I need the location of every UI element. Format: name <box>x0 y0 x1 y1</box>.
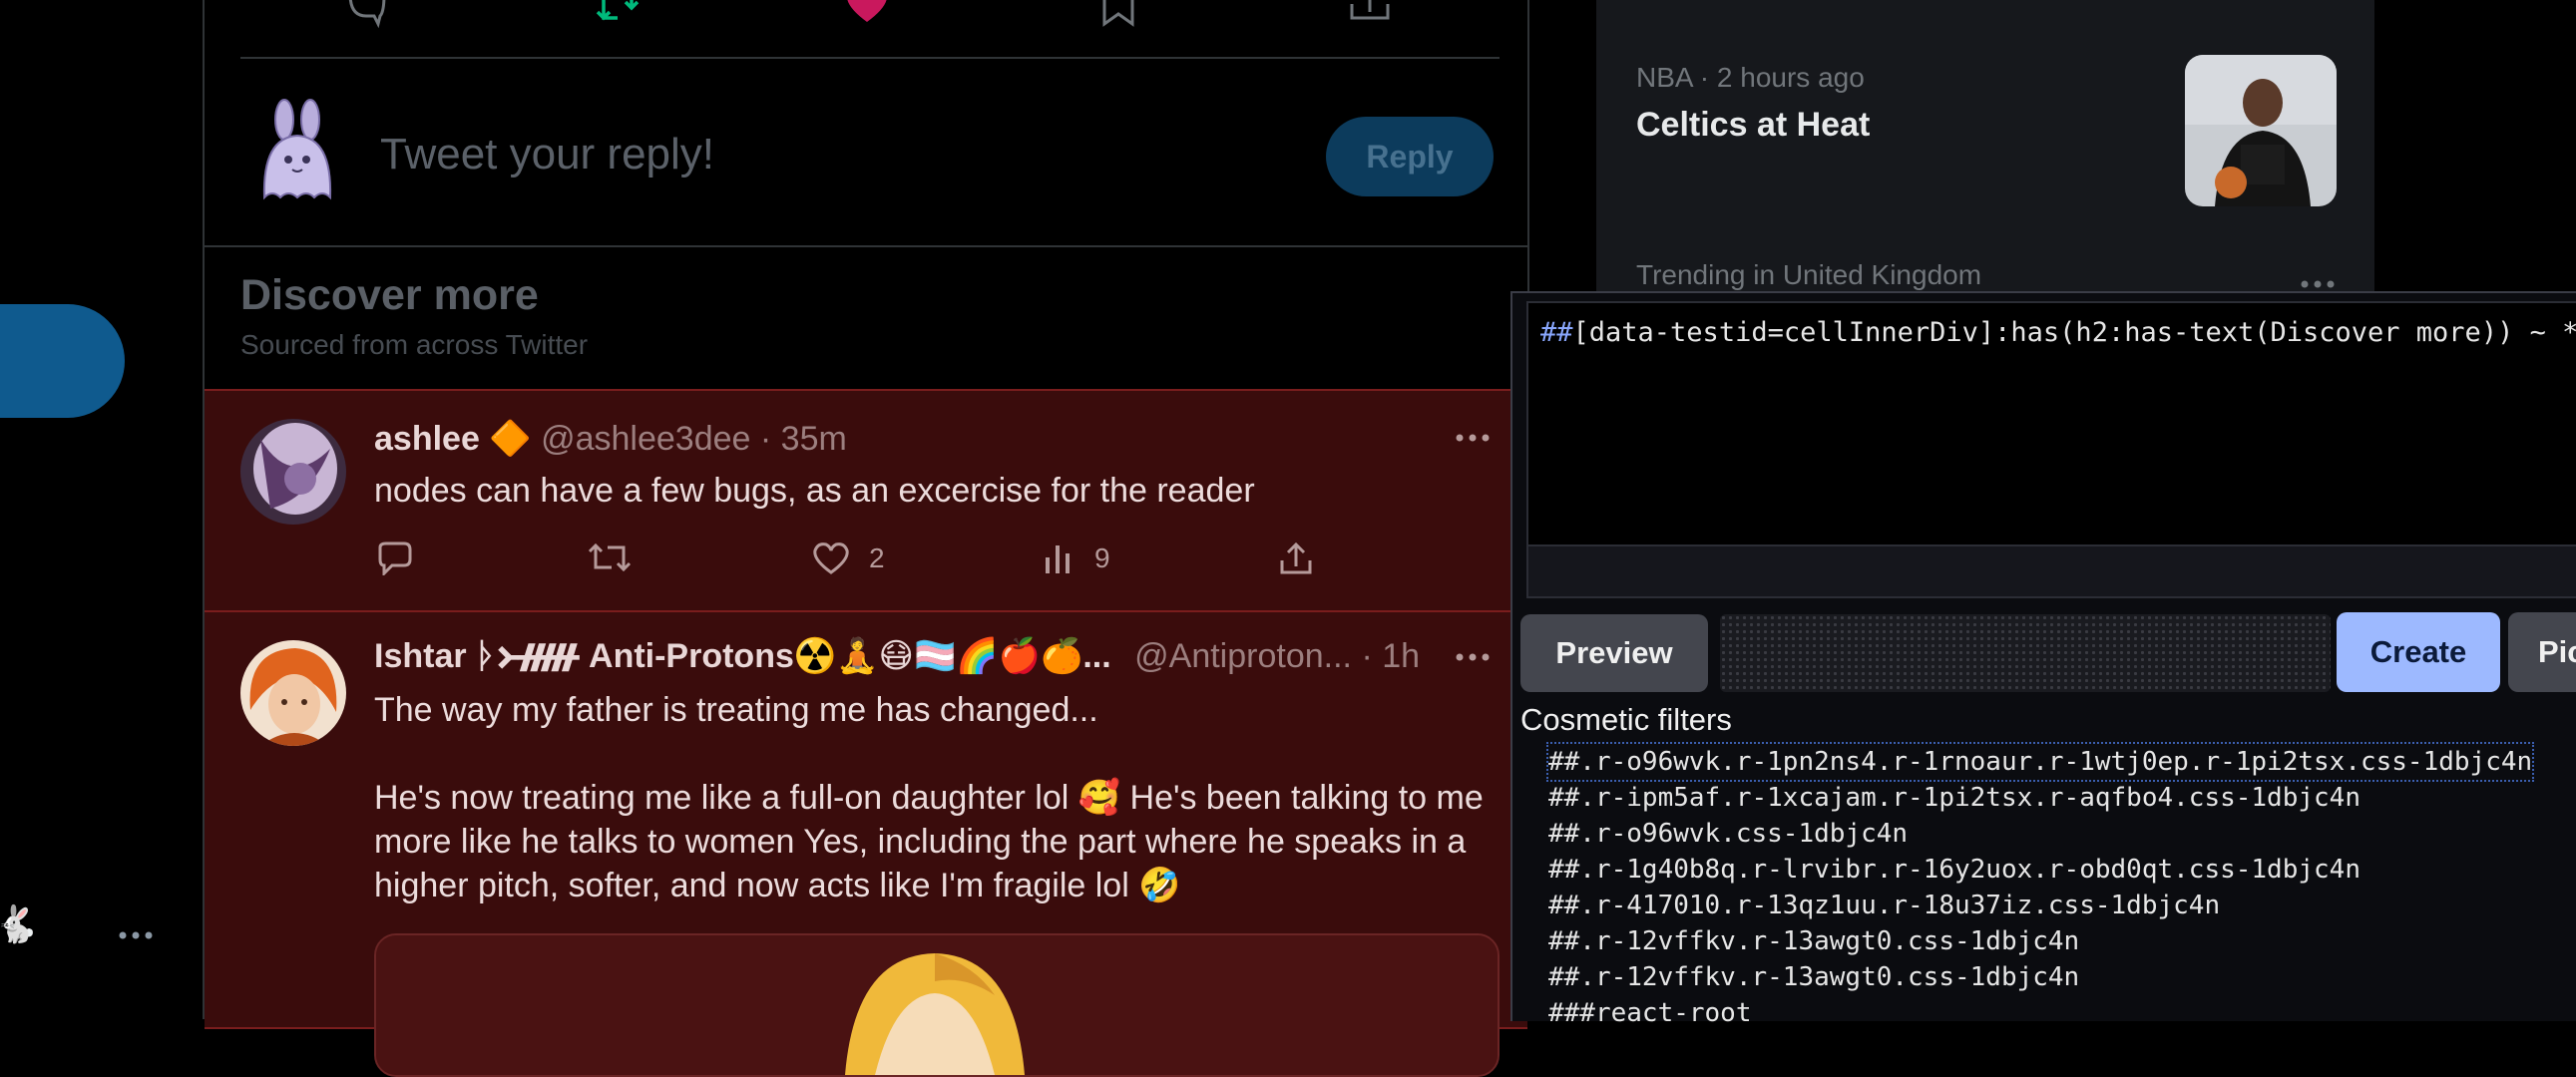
reply-button[interactable]: Reply <box>1326 117 1494 196</box>
reply-icon <box>378 541 412 575</box>
trend-meta: Trending in United Kingdom <box>1636 259 1982 290</box>
retweet-metric[interactable] <box>588 538 632 578</box>
timestamp[interactable]: · 1h <box>1361 637 1420 675</box>
trend-meta: NBA · 2 hours ago <box>1636 62 1865 93</box>
reply-metric[interactable] <box>376 538 414 578</box>
like-icon[interactable] <box>845 0 889 30</box>
tweet-header: ashlee 🔶 @ashlee3dee · 35m <box>374 419 847 459</box>
analytics-icon <box>1046 545 1070 573</box>
display-name[interactable]: Ishtar ᚦ᚛ᚏ Anti-Protons☢️🧘😷🏳️‍⚧️🌈🍎🍊... <box>374 637 1111 675</box>
tweet-media-image[interactable] <box>374 933 1500 1077</box>
filter-text[interactable]: ##[data-testid=cellInnerDiv]:has(h2:has-… <box>1540 317 2576 348</box>
like-icon <box>813 542 849 574</box>
avatar[interactable] <box>240 419 346 525</box>
tweet-text: nodes can have a few bugs, as an excerci… <box>374 472 1255 510</box>
bookmark-icon[interactable] <box>1096 0 1140 30</box>
share-metric[interactable] <box>1278 538 1314 578</box>
cosmetic-filter-item[interactable]: ##.r-12vffkv.r-13awgt0.css-1dbjc4n <box>1548 923 2532 959</box>
discover-more-subtitle: Sourced from across Twitter <box>240 329 589 360</box>
cosmetic-filter-item[interactable]: ##.r-1g40b8q.r-lrvibr.r-16y2uox.r-obd0qt… <box>1548 852 2532 888</box>
reply-composer: Reply <box>205 60 1527 245</box>
tweet-text-line: The way my father is treating me has cha… <box>374 691 1098 729</box>
picker-toolbar: Preview Create Pick <box>1512 604 2576 694</box>
ellipsis-icon[interactable] <box>1456 652 1490 662</box>
tweet-text-line: more like he talks to women Yes, includi… <box>374 823 1467 861</box>
tweet-header: Ishtar ᚦ᚛ᚏ Anti-Protons☢️🧘😷🏳️‍⚧️🌈🍎🍊... @… <box>374 636 1432 676</box>
reply-input[interactable] <box>378 124 981 185</box>
retweet-icon <box>588 542 632 572</box>
cosmetic-filter-item[interactable]: ##.r-417010.r-13qz1uu.r-18u37iz.css-1dbj… <box>1548 888 2532 923</box>
ellipsis-icon[interactable] <box>2301 279 2335 289</box>
cosmetic-filters-heading: Cosmetic filters <box>1520 702 1732 737</box>
timestamp[interactable]: · 35m <box>760 420 847 458</box>
cosmetic-filter-item[interactable]: ##.r-o96wvk.css-1dbjc4n <box>1548 816 2532 852</box>
view-count: 9 <box>1094 542 1110 573</box>
account-emoji: 🐇 <box>0 904 39 945</box>
share-icon[interactable] <box>1348 0 1392 30</box>
tweet-action-row <box>205 0 1527 40</box>
element-picker-panel: ##[data-testid=cellInnerDiv]:has(h2:has-… <box>1510 291 2576 1028</box>
ellipsis-icon[interactable] <box>118 927 154 943</box>
preview-button[interactable]: Preview <box>1520 614 1708 692</box>
editor-footer <box>1526 546 2576 598</box>
tweet-text-gap <box>374 732 1484 776</box>
username[interactable]: @Antiproton... <box>1134 637 1352 675</box>
cosmetic-filter-list: ##.r-o96wvk.r-1pn2ns4.r-1rnoaur.r-1wtj0e… <box>1545 742 2535 1031</box>
filter-editor[interactable]: ##[data-testid=cellInnerDiv]:has(h2:has-… <box>1526 301 2576 546</box>
tweet-card[interactable]: ashlee 🔶 @ashlee3dee · 35m nodes can hav… <box>205 389 1527 612</box>
tweet-text: The way my father is treating me has cha… <box>374 688 1484 907</box>
cosmetic-filter-item[interactable]: ##.r-12vffkv.r-13awgt0.css-1dbjc4n <box>1548 959 2532 995</box>
bunny-avatar <box>262 99 332 200</box>
filter-prefix: ## <box>1540 317 1573 348</box>
like-count: 2 <box>869 542 885 573</box>
trend-thumbnail[interactable] <box>2185 55 2337 206</box>
avatar[interactable] <box>240 640 346 746</box>
specificity-slider[interactable] <box>1720 614 2331 692</box>
left-nav: 🐇 <box>0 0 200 1019</box>
username[interactable]: @ashlee3dee <box>541 420 750 458</box>
display-name[interactable]: ashlee 🔶 <box>374 420 532 458</box>
divider <box>240 57 1500 59</box>
pick-button[interactable]: Pick <box>2508 612 2576 692</box>
filter-selector: [data-testid=cellInnerDiv]:has(h2:has-te… <box>1572 317 2576 348</box>
tweet-button[interactable] <box>0 304 125 418</box>
cosmetic-filter-item[interactable]: ###react-root <box>1548 995 2532 1031</box>
cosmetic-filter-item[interactable]: ##.r-o96wvk.r-1pn2ns4.r-1rnoaur.r-1wtj0e… <box>1545 742 2535 782</box>
retweet-icon[interactable] <box>596 0 640 30</box>
ellipsis-icon[interactable] <box>1456 433 1490 443</box>
views-metric[interactable]: 9 <box>1043 538 1110 578</box>
cosmetic-filter-item[interactable]: ##.r-ipm5af.r-1xcajam.r-1pi2tsx.r-aqfbo4… <box>1548 780 2532 816</box>
trend-title[interactable]: Celtics at Heat <box>1636 106 1870 145</box>
divider <box>205 245 1527 247</box>
tweet-text-line: higher pitch, softer, and now acts like … <box>374 867 1181 904</box>
tweet-text-line: He's now treating me like a full-on daug… <box>374 779 1484 817</box>
timeline: Reply Discover more Sourced from across … <box>203 0 1529 1077</box>
like-metric[interactable]: 2 <box>811 538 885 578</box>
tweet-card[interactable]: Ishtar ᚦ᚛ᚏ Anti-Protons☢️🧘😷🏳️‍⚧️🌈🍎🍊... @… <box>205 610 1527 1077</box>
discover-more-heading: Discover more <box>240 271 539 319</box>
create-button[interactable]: Create <box>2337 612 2500 692</box>
reply-icon[interactable] <box>344 0 388 30</box>
share-icon <box>1280 541 1312 574</box>
